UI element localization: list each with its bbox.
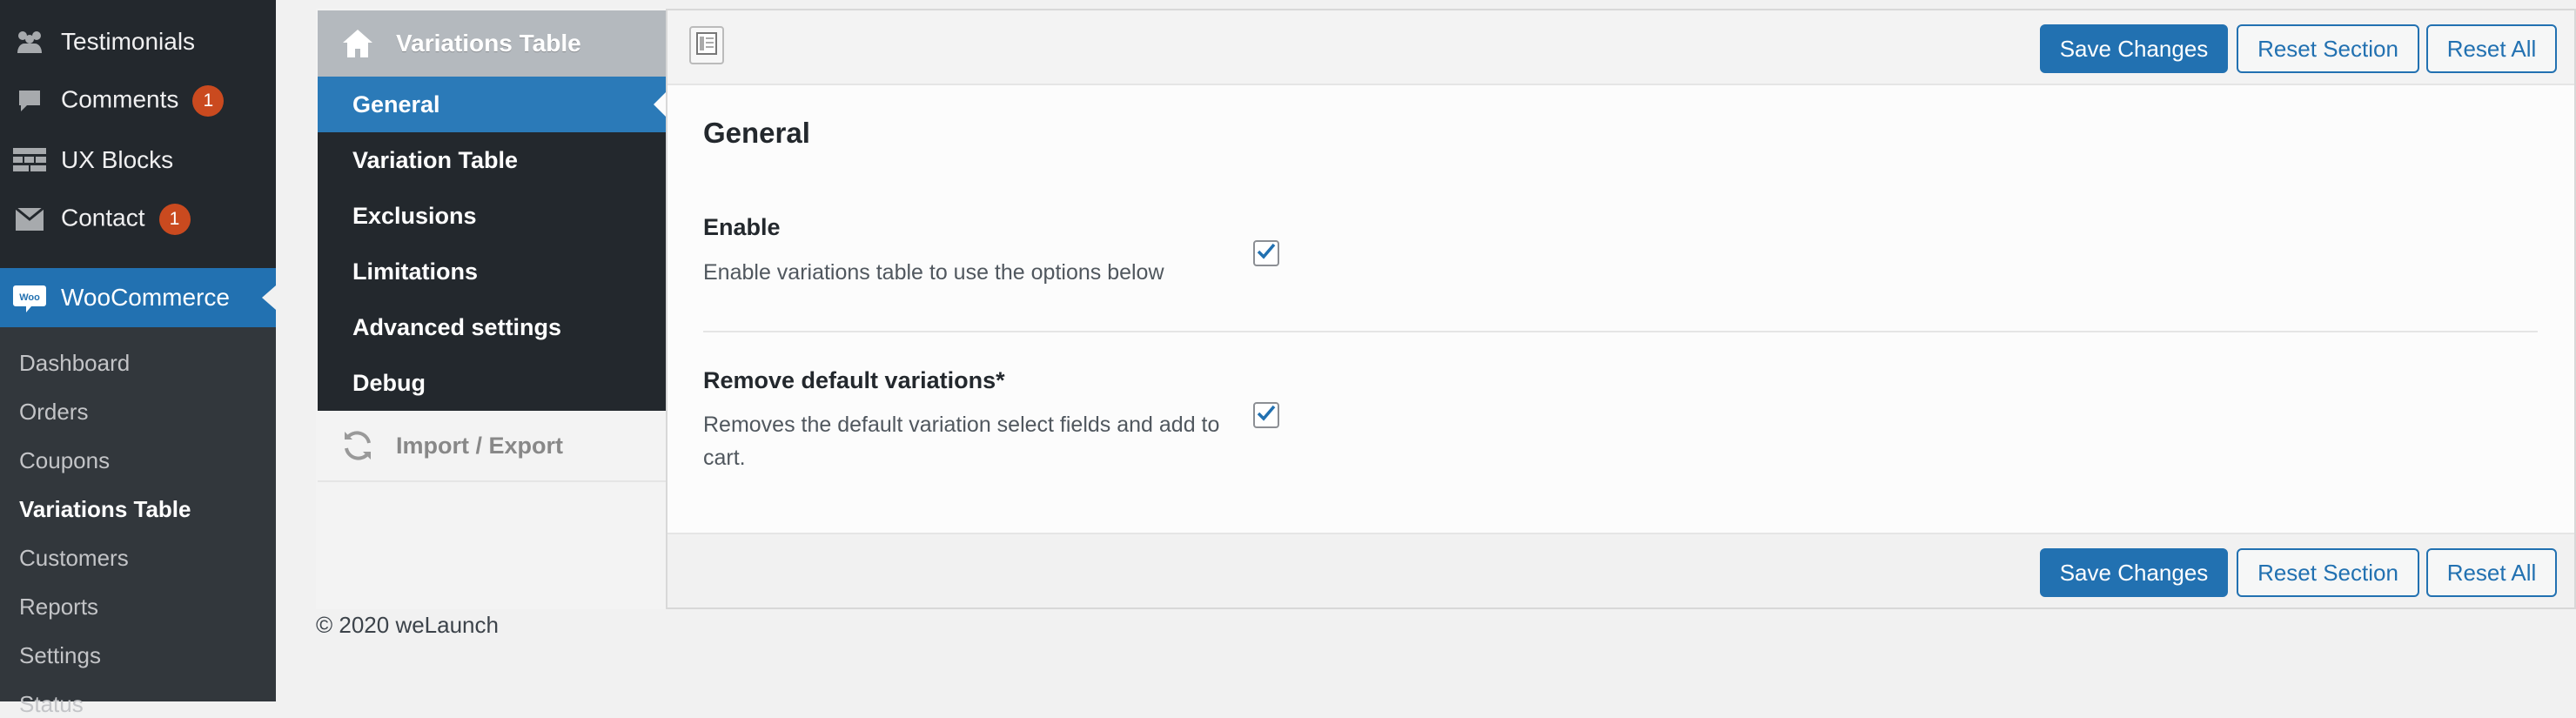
- save-changes-button[interactable]: Save Changes: [2040, 24, 2228, 73]
- submenu-reports[interactable]: Reports: [19, 594, 98, 621]
- remove-default-variations-checkbox[interactable]: [1253, 402, 1279, 428]
- submenu-settings[interactable]: Settings: [19, 642, 101, 669]
- woocommerce-icon: Woo: [12, 280, 47, 315]
- enable-checkbox[interactable]: [1253, 240, 1279, 266]
- menu-label: Comments 1: [61, 85, 225, 117]
- refresh-icon: [340, 428, 375, 463]
- expand-icon: [696, 31, 717, 59]
- reset-section-button[interactable]: Reset Section: [2237, 24, 2419, 73]
- import-export-label: Import / Export: [396, 432, 564, 459]
- blocks-icon: [12, 143, 47, 178]
- submenu-status[interactable]: Status: [19, 691, 84, 718]
- top-toolbar: Save Changes Reset Section Reset All: [667, 10, 2574, 85]
- options-tab-exclusions[interactable]: Exclusions: [318, 188, 666, 244]
- options-sidebar: Variations Table General Variation Table…: [316, 9, 667, 609]
- options-tab-variation-table[interactable]: Variation Table: [318, 132, 666, 188]
- comments-count-badge: 1: [192, 85, 225, 117]
- reset-all-button-bottom[interactable]: Reset All: [2426, 548, 2557, 597]
- menu-item-testimonials[interactable]: Testimonials: [0, 16, 276, 68]
- menu-label: UX Blocks: [61, 146, 174, 173]
- field-title-enable: Enable: [703, 214, 781, 240]
- menu-item-comments[interactable]: Comments 1: [0, 75, 276, 127]
- comments-icon: [12, 84, 47, 118]
- admin-menu: Testimonials Comments 1 UX Blocks Contact…: [0, 0, 276, 717]
- options-sidebar-header[interactable]: Variations Table: [318, 10, 666, 77]
- save-changes-button-bottom[interactable]: Save Changes: [2040, 548, 2228, 597]
- menu-label: Contact 1: [61, 204, 191, 235]
- footer-copyright: © 2020 weLaunch: [316, 612, 499, 638]
- field-title-remove-default-variations: Remove default variations*: [703, 367, 1005, 393]
- options-tab-import-export[interactable]: Import / Export: [318, 411, 666, 482]
- contact-count-badge: 1: [158, 204, 191, 235]
- submenu-coupons[interactable]: Coupons: [19, 447, 110, 474]
- options-tab-general[interactable]: General: [318, 77, 666, 132]
- options-sidebar-header-label: Variations Table: [396, 30, 581, 57]
- field-separator: [703, 331, 2538, 332]
- submenu-customers[interactable]: Customers: [19, 545, 129, 572]
- svg-text:Woo: Woo: [19, 292, 40, 303]
- current-menu-arrow: [262, 285, 276, 310]
- options-sidebar-submenu: General Variation Table Exclusions Limit…: [318, 77, 666, 411]
- options-tab-advanced-settings[interactable]: Advanced settings: [318, 299, 666, 355]
- testimonials-icon: [12, 24, 47, 59]
- submenu-orders[interactable]: Orders: [19, 399, 88, 426]
- submenu-variations-table[interactable]: Variations Table: [19, 496, 191, 523]
- section-title: General: [703, 117, 810, 149]
- reset-section-button-bottom[interactable]: Reset Section: [2237, 548, 2419, 597]
- checkmark-icon: [1256, 242, 1277, 265]
- menu-label: WooCommerce: [61, 284, 230, 311]
- reset-all-button[interactable]: Reset All: [2426, 24, 2557, 73]
- field-desc-remove-default-variations: Removes the default variation select fie…: [703, 413, 1220, 470]
- field-desc-enable: Enable variations table to use the optio…: [703, 260, 1164, 285]
- expand-options-button[interactable]: [689, 26, 724, 64]
- woocommerce-submenu: Dashboard Orders Coupons Variations Tabl…: [0, 327, 276, 717]
- submenu-dashboard[interactable]: Dashboard: [19, 350, 130, 377]
- menu-item-woocommerce[interactable]: Woo WooCommerce: [0, 268, 276, 327]
- menu-label: Testimonials: [61, 28, 196, 55]
- home-icon: [340, 26, 375, 61]
- menu-item-ux-blocks[interactable]: UX Blocks: [0, 134, 276, 186]
- checkmark-icon: [1256, 404, 1277, 427]
- bottom-toolbar: Save Changes Reset Section Reset All: [667, 533, 2574, 607]
- envelope-icon: [12, 202, 47, 237]
- options-tab-limitations[interactable]: Limitations: [318, 244, 666, 299]
- options-tab-debug[interactable]: Debug: [318, 355, 666, 411]
- menu-item-contact[interactable]: Contact 1: [0, 193, 276, 245]
